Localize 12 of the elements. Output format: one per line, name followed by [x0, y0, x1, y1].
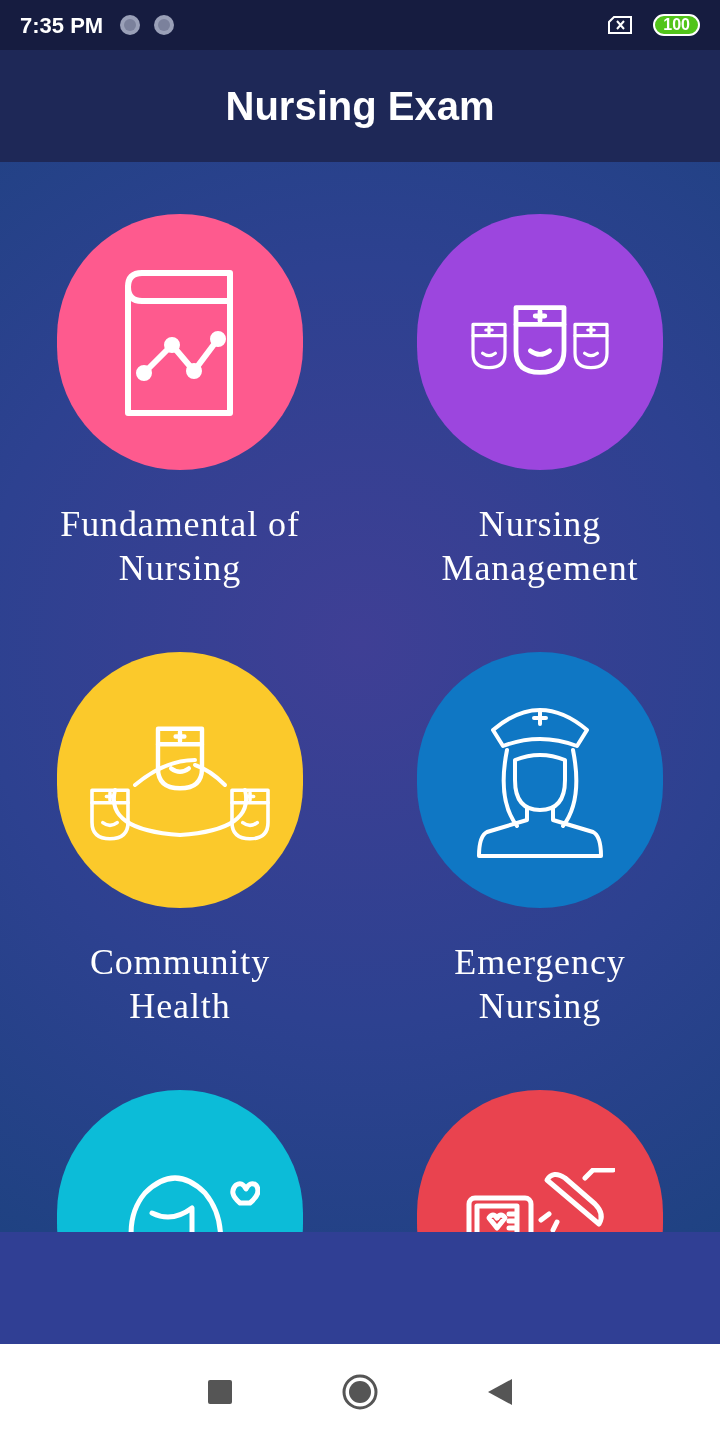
status-time: 7:35 PM — [20, 11, 104, 40]
home-icon[interactable] — [342, 1374, 378, 1410]
sim-blocked-icon — [607, 15, 634, 35]
notification-icon — [119, 14, 142, 36]
category-label: Emergency Nursing — [454, 941, 626, 1028]
app-title: Nursing Exam — [225, 83, 495, 130]
notification-icon — [153, 14, 176, 36]
category-label: Fundamental of Nursing — [60, 503, 300, 590]
back-icon[interactable] — [488, 1379, 512, 1405]
category-label: Nursing Management — [441, 503, 639, 590]
category-label: Community Health — [89, 941, 271, 1028]
battery-indicator: 100 — [653, 14, 700, 36]
